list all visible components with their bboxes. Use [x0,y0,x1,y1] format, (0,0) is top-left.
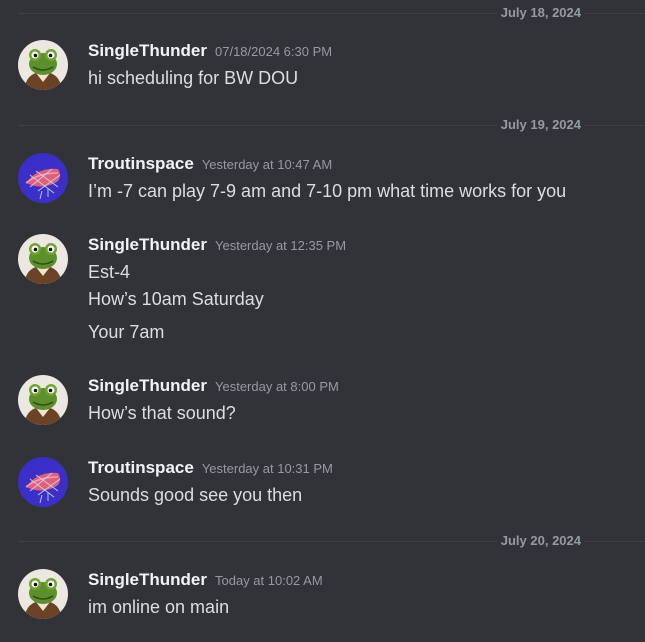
frog-avatar-icon[interactable] [18,234,68,284]
chat-message-list[interactable]: July 18, 2024 July 19, 2024 July 20, 202… [0,0,645,642]
username[interactable]: SingleThunder [88,570,207,589]
message-header: SingleThunder Today at 10:02 AM [88,569,323,591]
timestamp[interactable]: 07/18/2024 6:30 PM [215,44,332,59]
fish-net-avatar-icon[interactable] [18,153,68,203]
message-text: How’s that sound? [88,403,236,423]
frog-avatar-icon[interactable] [18,375,68,425]
timestamp[interactable]: Yesterday at 8:00 PM [215,379,339,394]
message-header: SingleThunder Yesterday at 8:00 PM [88,375,339,397]
date-divider: July 20, 2024 [18,533,645,549]
message-text: hi scheduling for BW DOU [88,68,299,88]
date-divider: July 18, 2024 [18,5,645,21]
username[interactable]: Troutinspace [88,458,194,477]
username[interactable]: SingleThunder [88,235,207,254]
message-text: How’s 10am Saturday [88,289,264,309]
message-header: Troutinspace Yesterday at 10:47 AM [88,153,332,175]
message-text: I’m -7 can play 7-9 am and 7-10 pm what … [88,181,567,201]
fish-net-avatar-icon[interactable] [18,457,68,507]
date-divider-label: July 20, 2024 [496,533,585,549]
timestamp[interactable]: Yesterday at 10:31 PM [202,461,333,476]
timestamp[interactable]: Yesterday at 12:35 PM [215,238,346,253]
date-divider: July 19, 2024 [18,117,645,133]
date-divider-label: July 18, 2024 [496,5,585,21]
username[interactable]: Troutinspace [88,154,194,173]
message-text: Your 7am [88,322,165,342]
message-text: im online on main [88,597,230,617]
frog-avatar-icon[interactable] [18,40,68,90]
message-header: SingleThunder Yesterday at 12:35 PM [88,234,346,256]
message-header: Troutinspace Yesterday at 10:31 PM [88,457,333,479]
date-divider-label: July 19, 2024 [496,117,585,133]
frog-avatar-icon[interactable] [18,569,68,619]
username[interactable]: SingleThunder [88,376,207,395]
timestamp[interactable]: Today at 10:02 AM [215,573,323,588]
timestamp[interactable]: Yesterday at 10:47 AM [202,157,332,172]
message-header: SingleThunder 07/18/2024 6:30 PM [88,40,332,62]
message-text: Est-4 [88,262,131,282]
message-text: Sounds good see you then [88,485,303,505]
username[interactable]: SingleThunder [88,41,207,60]
